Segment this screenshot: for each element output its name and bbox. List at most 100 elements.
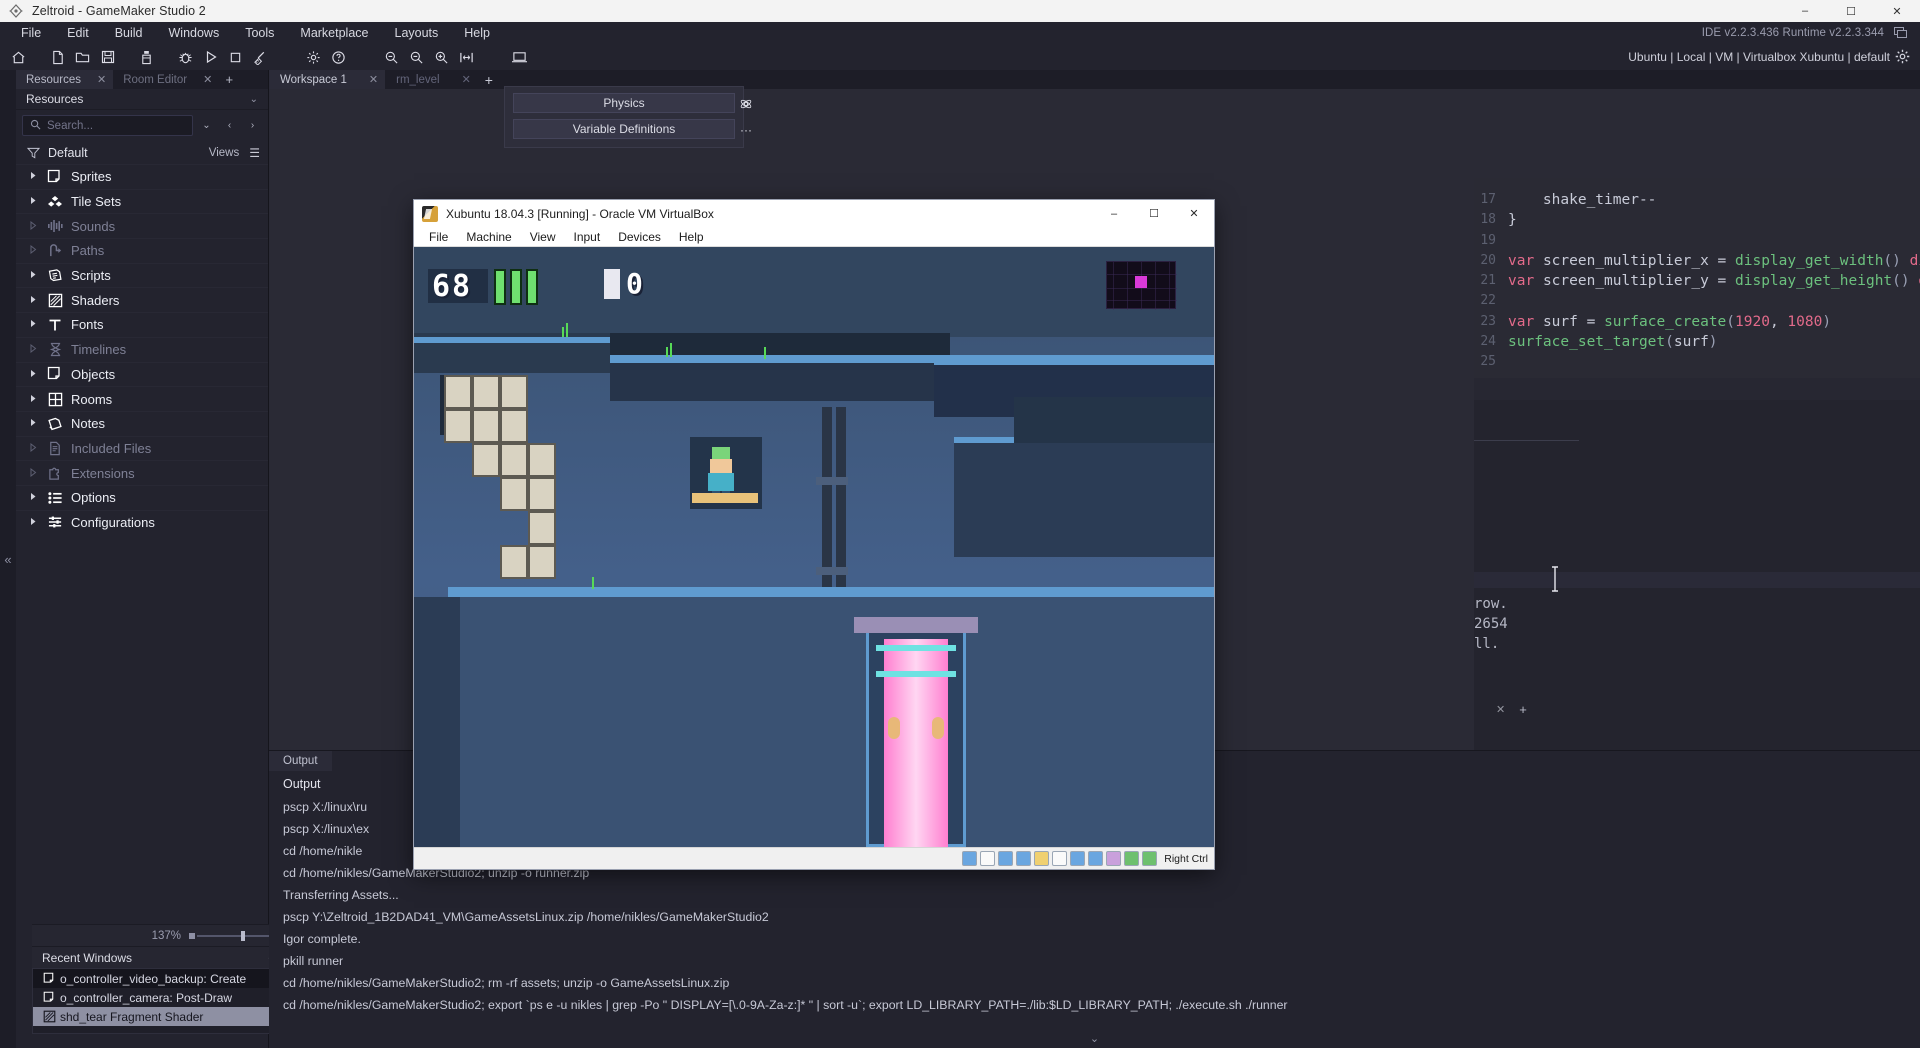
zoom-reset-icon[interactable] [404,46,429,68]
tab-rm-level-close[interactable]: ✕ [462,73,471,86]
save-icon[interactable] [95,46,120,68]
resource-tree-item-extensions[interactable]: Extensions [16,460,268,485]
mouse-icon[interactable] [1124,851,1139,866]
chevron-down-icon[interactable]: ⌄ [250,94,258,105]
expand-triangle-icon[interactable] [30,344,43,355]
build-target-label[interactable]: Ubuntu | Local | VM | Virtualbox Xubuntu… [1628,50,1890,64]
expand-triangle-icon[interactable] [30,295,43,306]
close-button[interactable]: ✕ [1874,0,1920,22]
search-box[interactable] [22,115,193,136]
clean-broom-icon[interactable] [248,46,273,68]
zoom-slider-knob[interactable] [241,931,245,941]
expand-triangle-icon[interactable] [30,171,43,182]
zoom-slider[interactable] [189,932,277,940]
tab-rm-level[interactable]: rm_level ✕ [385,70,478,89]
keyboard-icon[interactable] [1142,851,1157,866]
code-line[interactable]: 22 [1474,291,1920,311]
maximize-button[interactable]: ☐ [1828,0,1874,22]
background-window-body[interactable]: row. 2654 ll. ▲ [1474,400,1920,716]
search-prev-button[interactable]: ‹ [220,115,239,136]
debug-bug-icon[interactable] [173,46,198,68]
more-options-icon[interactable]: ··· [736,120,756,140]
resource-tree-item-timelines[interactable]: Timelines [16,337,268,362]
code-line[interactable]: 17 shake_timer-- [1474,190,1920,210]
tab-workspace-1[interactable]: Workspace 1 ✕ [269,70,385,89]
feedback-icon[interactable] [1894,27,1908,39]
expand-triangle-icon[interactable] [30,517,43,528]
resource-tree-item-included-files[interactable]: Included Files [16,436,268,461]
expand-triangle-icon[interactable] [30,418,43,429]
resource-tree-item-notes[interactable]: Notes [16,411,268,436]
filter-icon[interactable] [24,146,42,160]
gear-icon[interactable] [301,46,326,68]
output-collapse-chevron-icon[interactable]: ⌄ [1090,1032,1099,1045]
expand-triangle-icon[interactable] [30,369,43,380]
workspace-tab-add-button[interactable]: + [478,70,500,89]
resource-tree-item-options[interactable]: Options [16,485,268,510]
code-line[interactable]: 20var screen_multiplier_x = display_get_… [1474,251,1920,271]
menu-windows[interactable]: Windows [156,22,233,44]
virtualbox-close-button[interactable]: ✕ [1174,200,1214,227]
search-filter-dropdown[interactable]: ⌄ [197,115,216,136]
recent-window-item[interactable]: o_controller_video_backup: Create [33,969,284,988]
resource-tree-item-sounds[interactable]: Sounds [16,213,268,238]
menu-marketplace[interactable]: Marketplace [287,22,381,44]
menu-help[interactable]: Help [451,22,503,44]
sidebar-tab-add-button[interactable]: + [219,70,239,89]
code-line[interactable]: 19 [1474,231,1920,251]
variable-definitions-button[interactable]: Variable Definitions ··· [513,119,735,139]
new-file-icon[interactable] [45,46,70,68]
resource-tree-item-configurations[interactable]: Configurations [16,510,268,535]
zoom-fit-icon[interactable] [454,46,479,68]
virtualbox-minimize-button[interactable]: – [1094,200,1134,227]
package-icon[interactable] [134,46,159,68]
physics-button[interactable]: Physics [513,93,735,113]
expand-triangle-icon[interactable] [30,492,43,503]
resource-tree-item-sprites[interactable]: Sprites [16,164,268,189]
search-input[interactable] [47,120,192,132]
background-tab-close[interactable]: ✕ [1496,703,1505,716]
code-line[interactable]: 25 [1474,352,1920,372]
stop-icon[interactable] [223,46,248,68]
expand-triangle-icon[interactable] [30,245,43,256]
resource-tree-item-objects[interactable]: Objects [16,362,268,387]
expand-triangle-icon[interactable] [30,443,43,454]
recent-windows-header[interactable]: Recent Windows ⌄ [32,946,285,968]
vbox-menu-help[interactable]: Help [670,230,713,244]
code-line[interactable]: 24surface_set_target(surf) [1474,332,1920,352]
physics-atom-icon[interactable] [736,94,756,114]
vbox-menu-machine[interactable]: Machine [457,230,520,244]
network-icon[interactable] [1016,851,1031,866]
expand-triangle-icon[interactable] [30,394,43,405]
hard-disk-icon[interactable] [962,851,977,866]
code-line[interactable]: 18} [1474,210,1920,230]
code-line[interactable]: 23var surf = surface_create(1920, 1080) [1474,312,1920,332]
expand-triangle-icon[interactable] [30,196,43,207]
zoom-out-icon[interactable] [379,46,404,68]
menu-file[interactable]: File [8,22,54,44]
vbox-menu-input[interactable]: Input [565,230,610,244]
tab-workspace-1-close[interactable]: ✕ [369,73,378,86]
laptop-icon[interactable] [507,46,532,68]
menu-edit[interactable]: Edit [54,22,102,44]
menu-build[interactable]: Build [102,22,156,44]
vbox-menu-file[interactable]: File [420,230,457,244]
tab-resources[interactable]: Resources ✕ [16,70,113,89]
open-folder-icon[interactable] [70,46,95,68]
left-dock-collapse[interactable]: « [0,70,16,1048]
recent-window-item[interactable]: shd_tear Fragment Shader [33,1007,284,1026]
recent-window-item[interactable]: o_controller_camera: Post-Draw [33,988,284,1007]
code-editor-view[interactable]: 17 shake_timer--18}1920var screen_multip… [1474,188,1920,373]
virtualbox-maximize-button[interactable]: ☐ [1134,200,1174,227]
usb-icon[interactable] [1034,851,1049,866]
home-icon[interactable] [6,46,31,68]
floppy-icon[interactable] [998,851,1013,866]
search-next-button[interactable]: › [243,115,262,136]
vbox-menu-view[interactable]: View [521,230,565,244]
views-button[interactable]: Views [209,147,239,159]
virtualization-icon[interactable] [1106,851,1121,866]
tab-resources-close[interactable]: ✕ [97,73,106,86]
background-tab-add[interactable]: + [1519,702,1527,717]
vbox-menu-devices[interactable]: Devices [609,230,670,244]
virtualbox-window[interactable]: Xubuntu 18.04.3 [Running] - Oracle VM Vi… [414,200,1214,869]
